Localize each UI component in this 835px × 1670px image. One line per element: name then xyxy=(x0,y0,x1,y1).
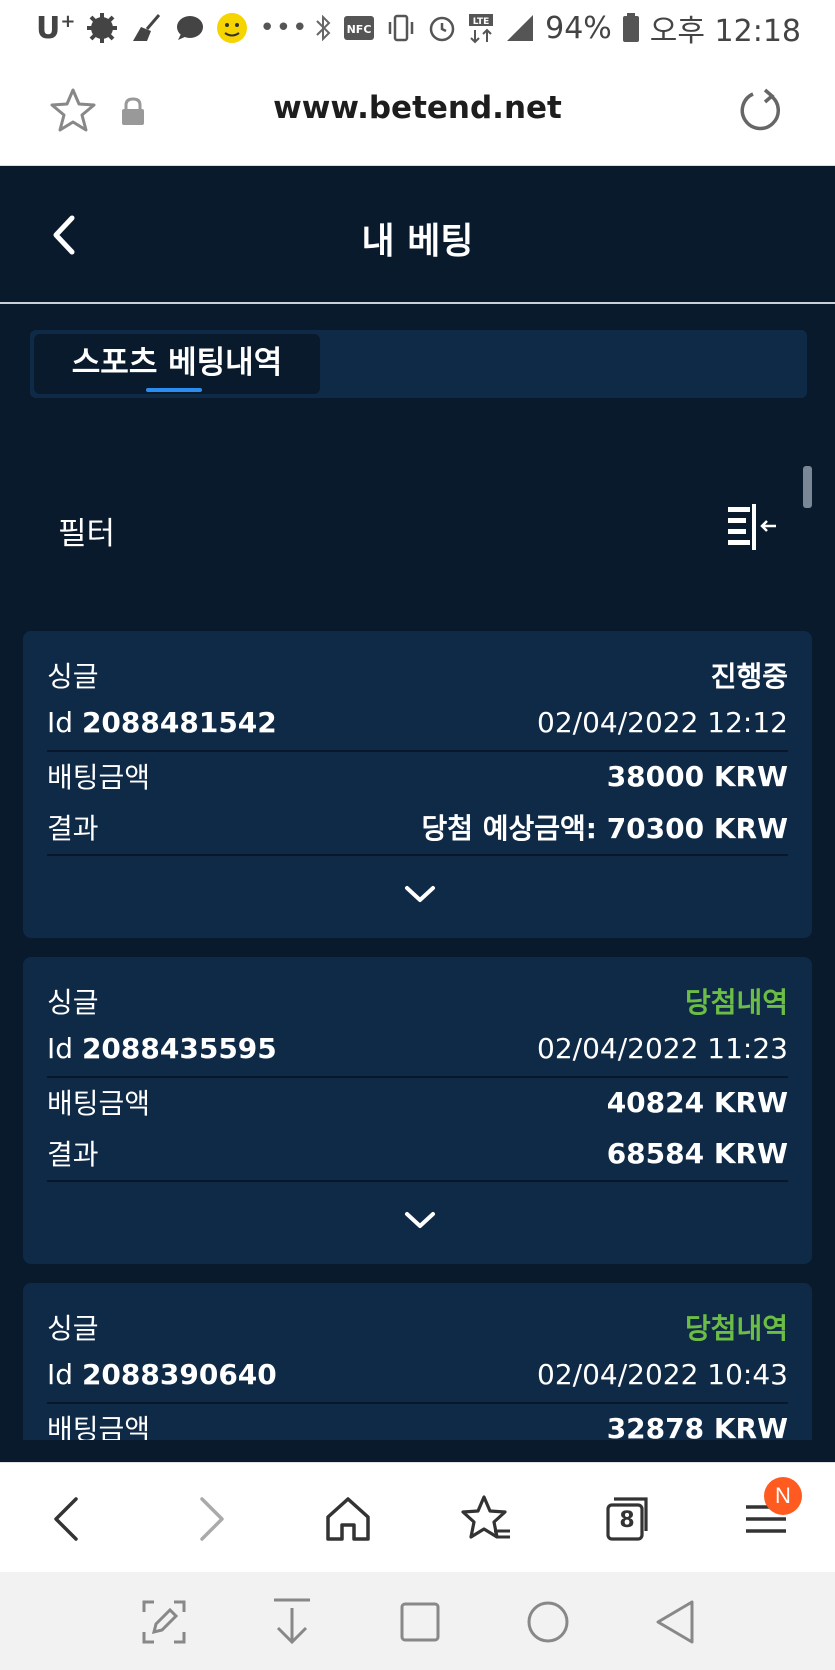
download-icon[interactable] xyxy=(262,1592,322,1652)
bet-amount: 40824 KRW xyxy=(606,1085,788,1119)
divider xyxy=(47,750,788,752)
bet-datetime: 02/04/2022 10:43 xyxy=(537,1357,788,1391)
battery-percent: 94% xyxy=(545,10,612,46)
bet-list: 싱글 진행중 Id 2088481542 02/04/2022 12:12 배팅… xyxy=(0,600,835,1440)
bet-type: 싱글 xyxy=(47,1312,99,1345)
bet-card: 싱글 당첨내역 Id 2088435595 02/04/2022 11:23 배… xyxy=(23,957,812,1264)
bet-amount: 38000 KRW xyxy=(606,759,788,793)
app-header: 내 베팅 xyxy=(0,166,835,304)
clock: 오후 12:18 xyxy=(649,14,801,49)
bet-card: 싱글 당첨내역 Id 2088390640 02/04/2022 10:43 배… xyxy=(23,1283,812,1440)
bet-amount-label: 배팅금액 xyxy=(47,1413,151,1440)
browser-url-bar: www.betend.net xyxy=(0,56,835,166)
bet-datetime: 02/04/2022 12:12 xyxy=(537,705,788,739)
svg-text:LTE: LTE xyxy=(473,17,490,27)
bet-type: 싱글 xyxy=(47,986,99,1019)
more-notifications-icon: ••• xyxy=(259,13,309,43)
bet-amount-label: 배팅금액 xyxy=(47,761,151,794)
bookmarks-icon[interactable] xyxy=(458,1491,514,1547)
forward-icon[interactable] xyxy=(182,1491,238,1547)
bet-id: Id 2088390640 xyxy=(47,1357,277,1391)
system-navigation-bar xyxy=(0,1572,835,1670)
nfc-icon: NFC xyxy=(344,16,375,40)
broom-icon xyxy=(133,14,161,41)
bet-status: 진행중 xyxy=(710,660,788,693)
filter-label: 필터 xyxy=(58,516,116,552)
divider xyxy=(47,1180,788,1182)
gear-icon xyxy=(87,13,118,43)
bet-datetime: 02/04/2022 11:23 xyxy=(537,1031,788,1065)
divider xyxy=(47,1076,788,1078)
bet-amount: 32878 KRW xyxy=(606,1411,788,1441)
scrollbar-thumb[interactable] xyxy=(803,466,812,508)
bet-status: 당첨내역 xyxy=(684,986,788,1019)
edit-screenshot-icon[interactable] xyxy=(134,1592,194,1652)
carrier-label: U+ xyxy=(36,10,76,46)
divider xyxy=(47,1402,788,1404)
tab-active-indicator xyxy=(146,388,202,392)
bet-result-label: 결과 xyxy=(47,1138,99,1171)
system-back-icon[interactable] xyxy=(646,1592,706,1652)
back-icon[interactable] xyxy=(40,1491,96,1547)
divider xyxy=(47,854,788,856)
bet-id: Id 2088435595 xyxy=(47,1031,277,1065)
chevron-down-icon[interactable] xyxy=(403,884,437,906)
home-circle-icon[interactable] xyxy=(518,1592,578,1652)
bluetooth-icon xyxy=(316,14,331,42)
reload-icon[interactable] xyxy=(735,86,785,136)
vibrate-icon xyxy=(388,14,414,42)
lte-icon: LTE xyxy=(469,14,494,44)
url-text[interactable]: www.betend.net xyxy=(0,90,835,126)
bet-result-label: 결과 xyxy=(47,812,99,845)
tabs-button[interactable]: 8 xyxy=(598,1491,654,1547)
page-title: 내 베팅 xyxy=(361,221,474,262)
recent-apps-icon[interactable] xyxy=(390,1592,450,1652)
tab-count: 8 xyxy=(619,1508,635,1533)
tab-bar: 스포츠 베팅내역 xyxy=(30,330,807,398)
tab-sports-bet-history[interactable]: 스포츠 베팅내역 xyxy=(34,334,320,394)
emoji-icon xyxy=(217,13,248,43)
bet-status: 당첨내역 xyxy=(684,1312,788,1345)
bet-id: Id 2088481542 xyxy=(47,705,277,739)
bet-amount-label: 배팅금액 xyxy=(47,1087,151,1120)
svg-text:NFC: NFC xyxy=(347,23,372,36)
battery-icon xyxy=(622,13,639,42)
bet-result: 68584 KRW xyxy=(606,1136,788,1170)
notification-badge: N xyxy=(764,1477,802,1515)
status-bar: U+ ••• NFC LTE 94% 오후 12:18 xyxy=(0,0,835,56)
home-icon[interactable] xyxy=(320,1491,376,1547)
signal-icon xyxy=(507,15,534,41)
bet-result: 당첨 예상금액: 70300 KRW xyxy=(421,812,788,845)
bet-card: 싱글 진행중 Id 2088481542 02/04/2022 12:12 배팅… xyxy=(23,631,812,938)
filter-toggle-icon[interactable] xyxy=(726,504,778,550)
chat-icon xyxy=(177,16,204,40)
alarm-icon xyxy=(429,16,455,42)
bet-type: 싱글 xyxy=(47,660,99,693)
browser-toolbar: 8 N xyxy=(0,1462,835,1572)
tab-label: 스포츠 베팅내역 xyxy=(71,345,283,381)
chevron-down-icon[interactable] xyxy=(403,1210,437,1232)
